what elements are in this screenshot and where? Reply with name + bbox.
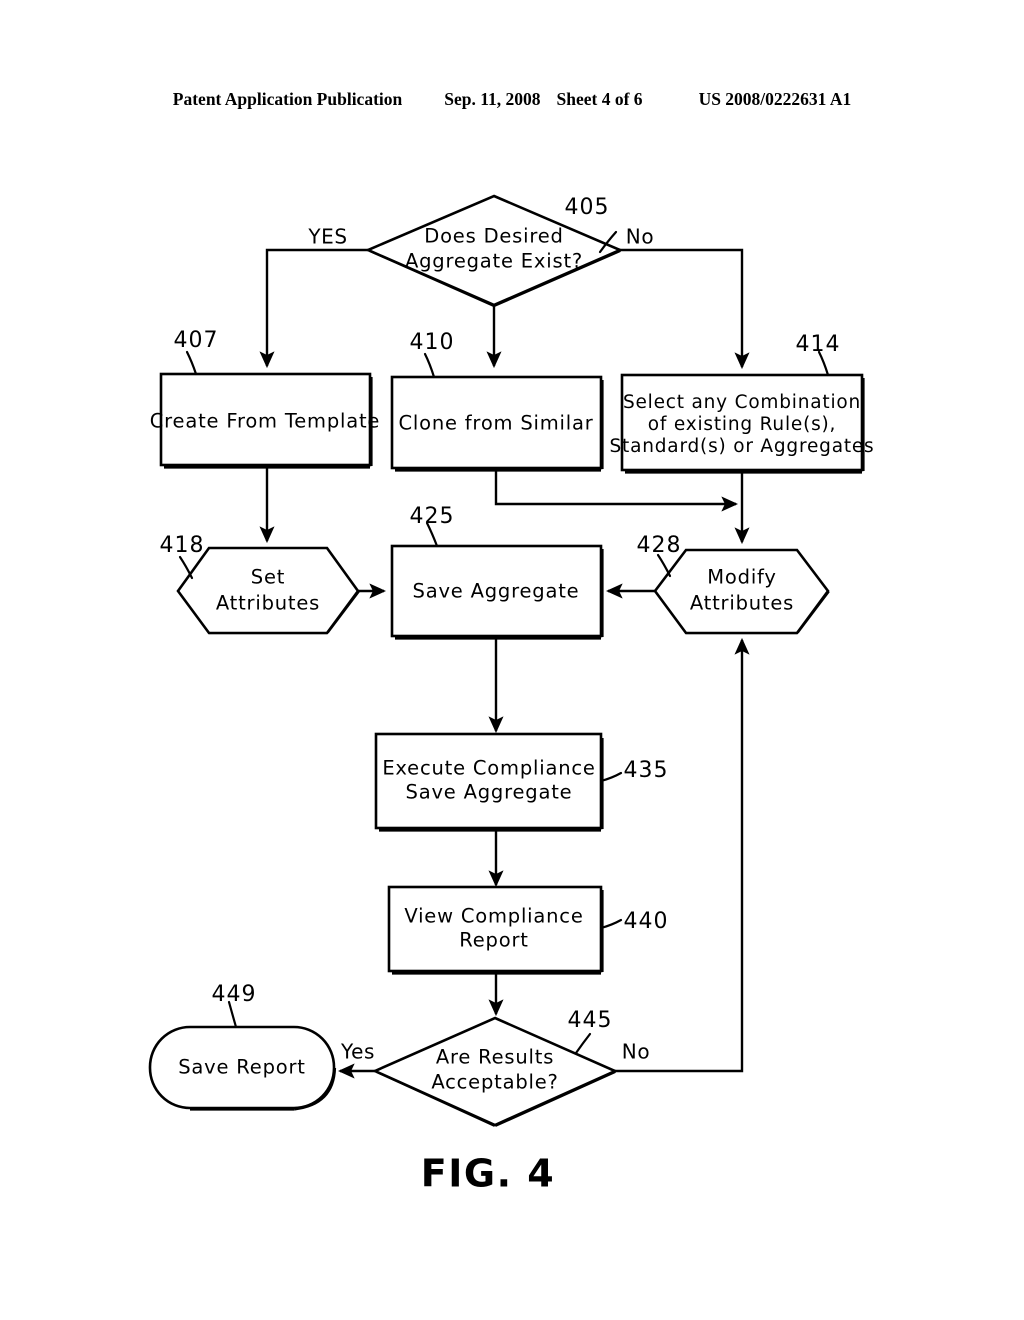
connector-445-no-to-428 xyxy=(615,637,750,1073)
node-405-label-line1: Does Desired xyxy=(424,225,563,248)
node-425-label: Save Aggregate xyxy=(413,580,580,603)
node-410-clone-from-similar: Clone from Similar 410 xyxy=(390,330,604,472)
node-414-label-line3: Standard(s) or Aggregates xyxy=(610,436,875,457)
node-440-label-line2: Report xyxy=(459,929,528,952)
node-405-label-line2: Aggregate Exist? xyxy=(405,250,583,273)
node-414-label-line1: Select any Combination xyxy=(623,392,861,413)
node-440-label-line1: View Compliance xyxy=(404,905,583,928)
branch-label-445-no: No xyxy=(622,1040,650,1064)
branch-label-405-yes: YES xyxy=(307,225,347,249)
ref-number-414: 414 xyxy=(796,332,841,357)
node-428-label-line2: Attributes xyxy=(690,592,794,615)
ref-number-425: 425 xyxy=(410,504,455,529)
node-445-are-results-acceptable: Are Results Acceptable? 445 xyxy=(371,1008,619,1127)
ref-number-428: 428 xyxy=(637,533,682,558)
node-418-label-line1: Set xyxy=(251,566,285,589)
ref-number-445: 445 xyxy=(568,1008,613,1033)
node-445-label-line2: Acceptable? xyxy=(431,1071,558,1094)
flowchart-figure: Does Desired Aggregate Exist? 405 YES No… xyxy=(0,0,1024,1320)
node-428-label-line1: Modify xyxy=(707,566,776,589)
node-449-save-report: Save Report 449 xyxy=(148,982,337,1111)
ref-number-449: 449 xyxy=(212,982,257,1007)
node-435-execute-compliance-save-aggregate: Execute Compliance Save Aggregate 435 xyxy=(374,732,669,832)
connector-405-yes-to-407 xyxy=(259,248,368,369)
ref-number-410: 410 xyxy=(410,330,455,355)
node-407-label: Create From Template xyxy=(150,410,380,433)
ref-number-407: 407 xyxy=(174,328,219,353)
node-449-label: Save Report xyxy=(178,1056,306,1079)
node-428-modify-attributes: Modify Attributes 428 xyxy=(637,533,830,635)
node-435-label-line1: Execute Compliance xyxy=(382,757,595,780)
node-418-set-attributes: Set Attributes 418 xyxy=(160,533,360,635)
node-407-create-from-template: Create From Template 407 xyxy=(150,328,380,469)
ref-number-418: 418 xyxy=(160,533,205,558)
connector-405-no-to-414 xyxy=(620,248,750,370)
node-425-save-aggregate: Save Aggregate 425 xyxy=(390,504,604,640)
node-440-view-compliance-report: View Compliance Report 440 xyxy=(387,885,669,975)
node-418-label-line2: Attributes xyxy=(216,592,320,615)
node-410-label: Clone from Similar xyxy=(398,412,593,435)
branch-label-405-no: No xyxy=(626,225,654,249)
node-435-label-line2: Save Aggregate xyxy=(406,781,573,804)
node-445-label-line1: Are Results xyxy=(436,1046,554,1069)
ref-number-435: 435 xyxy=(624,758,669,783)
ref-number-440: 440 xyxy=(624,909,669,934)
ref-number-405: 405 xyxy=(565,195,610,220)
node-405-does-desired-aggregate-exist: Does Desired Aggregate Exist? 405 xyxy=(364,194,624,307)
figure-caption: FIG. 4 xyxy=(421,1152,555,1196)
node-414-label-line2: of existing Rule(s), xyxy=(648,414,836,435)
branch-label-445-yes: Yes xyxy=(340,1040,375,1064)
